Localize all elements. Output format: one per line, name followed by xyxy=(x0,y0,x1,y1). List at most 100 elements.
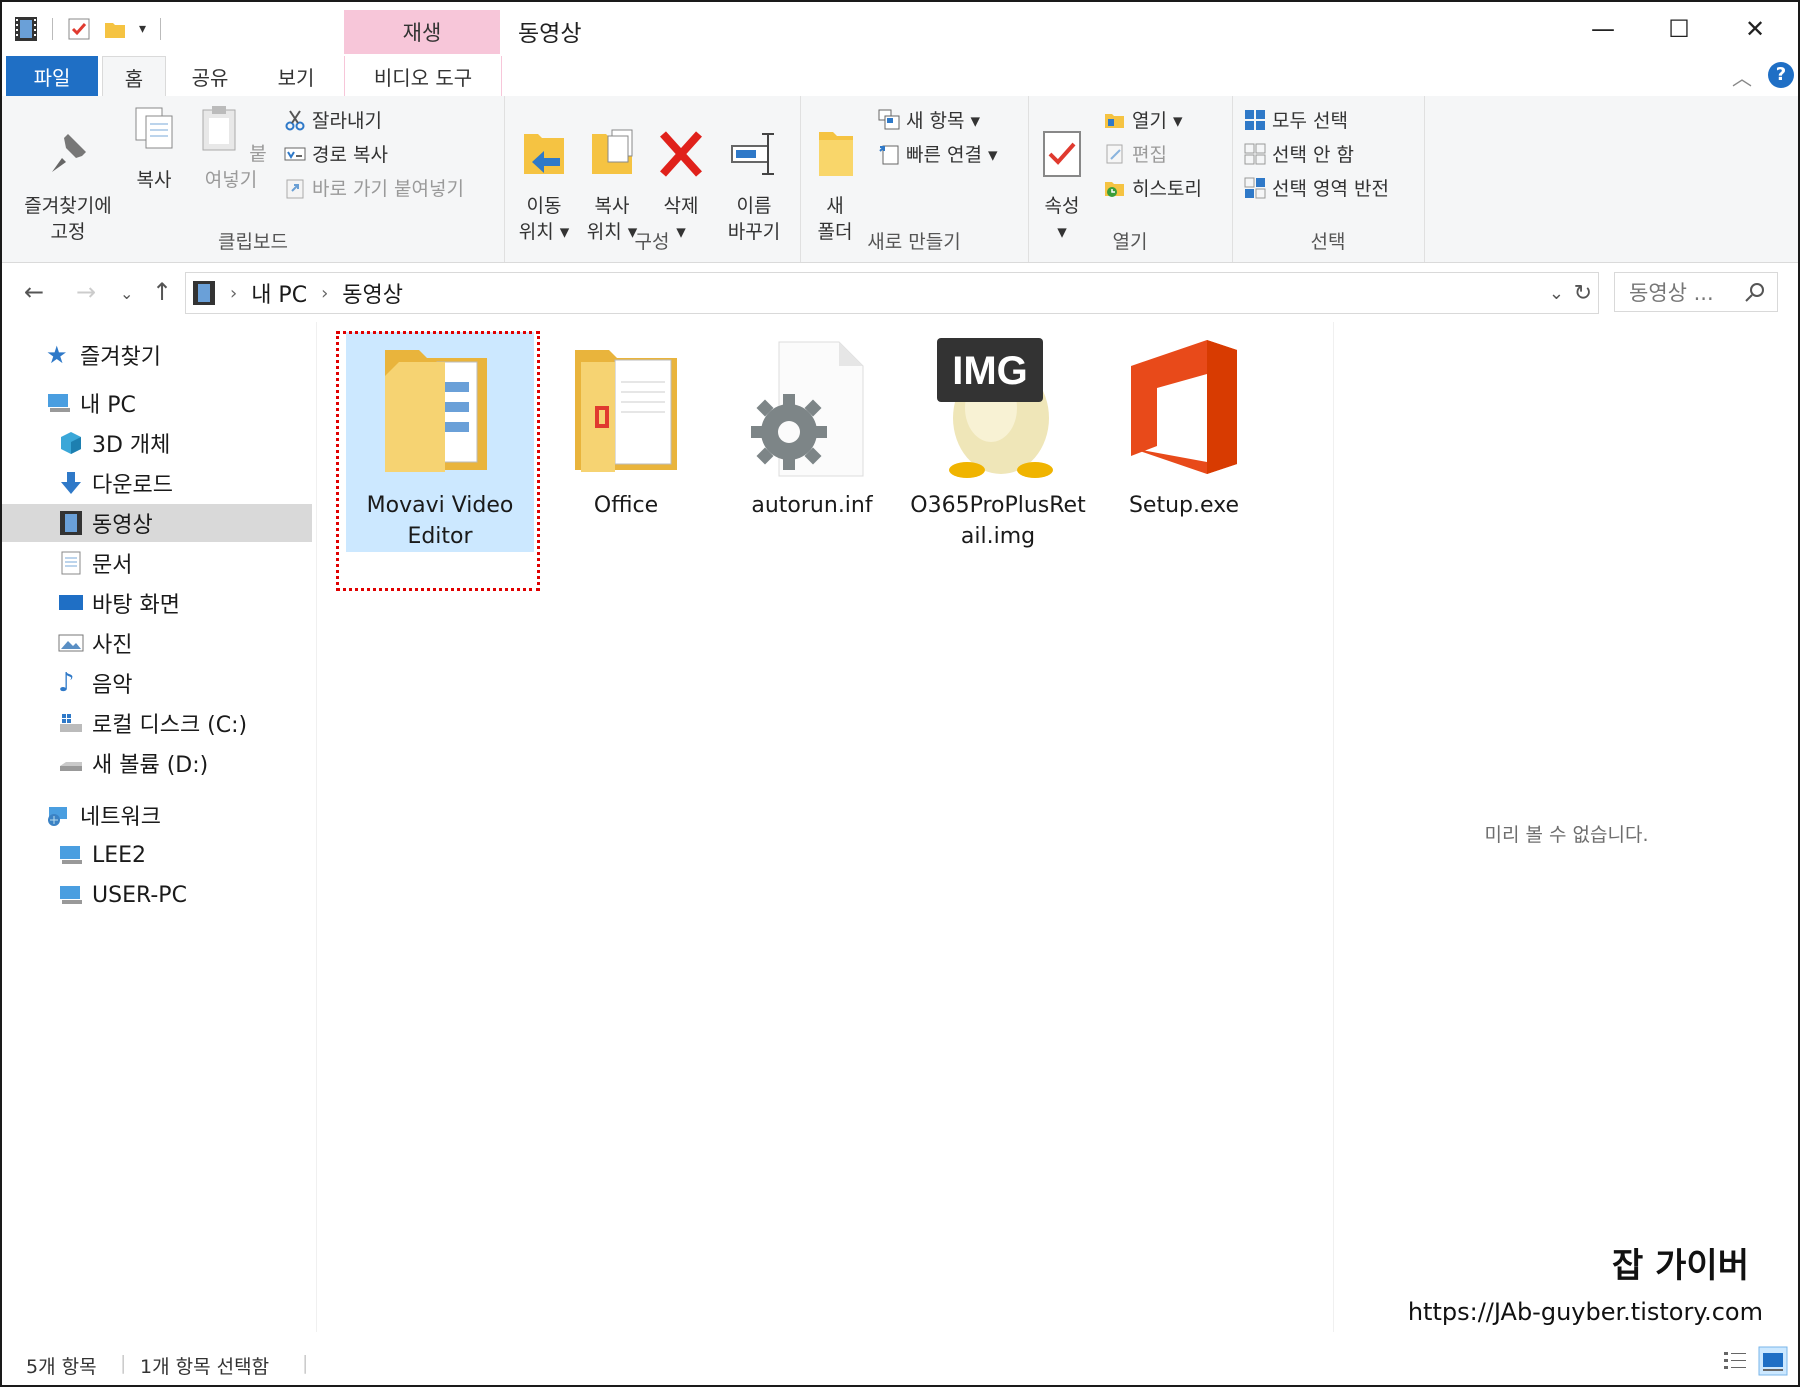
watermark-url: https://JAb-guyber.tistory.com xyxy=(1407,1298,1763,1326)
cut-button[interactable]: 잘라내기 xyxy=(284,106,382,133)
recent-locations-icon[interactable]: ⌄ xyxy=(120,284,133,303)
paste-shortcut-button[interactable]: 바로 가기 붙여넣기 xyxy=(284,174,464,201)
nav-item-user-pc[interactable]: USER-PC xyxy=(2,876,314,914)
open-group: 속성 ▾ 열기 ▾ 편집 히스토리 열기 xyxy=(1028,96,1233,262)
search-box[interactable]: 동영상 ... xyxy=(1614,272,1778,312)
tab-video-tools[interactable]: 비디오 도구 xyxy=(344,56,502,96)
nav-label: 네트워크 xyxy=(80,805,161,830)
img-badge: IMG xyxy=(952,349,1028,393)
disc-image-icon: IMG xyxy=(923,332,1073,482)
select-none-label: 선택 안 함 xyxy=(1272,144,1354,166)
clipboard-group-label: 클립보드 xyxy=(218,231,288,253)
status-separator: | xyxy=(120,1352,127,1374)
nav-item-this-pc[interactable]: 내 PC xyxy=(2,384,314,422)
large-icons-view-icon[interactable] xyxy=(1758,1346,1788,1381)
nav-item-local-disk[interactable]: 로컬 디스크 (C:) xyxy=(2,704,314,742)
new-item-button[interactable]: 새 항목 ▾ xyxy=(878,106,980,133)
nav-item-videos[interactable]: 동영상 xyxy=(2,504,312,542)
cut-label: 잘라내기 xyxy=(312,110,382,132)
details-view-icon[interactable] xyxy=(1722,1348,1748,1379)
pane-divider[interactable] xyxy=(316,322,317,1332)
rename-icon xyxy=(731,133,774,175)
delete-x-icon xyxy=(660,131,702,177)
select-all-button[interactable]: 모두 선택 xyxy=(1244,106,1348,133)
easy-access-button[interactable]: 빠른 연결 ▾ xyxy=(878,140,998,167)
nav-item-downloads[interactable]: 다운로드 xyxy=(2,464,314,502)
nav-item-music[interactable]: ♪ 음악 xyxy=(2,664,314,702)
organize-group: 이동 위치 ▾ 복사 위치 ▾ 삭제 ▾ 이름 바꾸기 구성 xyxy=(504,96,801,262)
copy-to-button[interactable]: 복사 위치 ▾ xyxy=(580,102,644,245)
open-group-label: 열기 xyxy=(1112,231,1148,253)
up-arrow-icon[interactable]: ↑ xyxy=(152,278,172,306)
edit-button[interactable]: 편집 xyxy=(1104,140,1167,167)
delete-button[interactable]: 삭제 ▾ xyxy=(654,102,708,245)
invert-selection-label: 선택 영역 반전 xyxy=(1272,178,1389,200)
ribbon: 즐겨찾기에 고정 복사 붙여넣기 잘라내기 경로 복사 바로 가기 붙여넣기 클… xyxy=(2,96,1798,263)
file-item[interactable]: Office xyxy=(532,332,720,521)
forward-arrow-icon[interactable]: → xyxy=(76,278,96,306)
breadcrumb-this-pc[interactable]: 내 PC xyxy=(251,277,307,309)
new-folder-button[interactable]: 새 폴더 xyxy=(806,102,864,245)
nav-item-network[interactable]: 네트워크 xyxy=(2,796,314,834)
minimize-button[interactable]: — xyxy=(1568,8,1638,50)
invert-selection-button[interactable]: 선택 영역 반전 xyxy=(1244,174,1389,201)
new-group: 새 폴더 새 항목 ▾ 빠른 연결 ▾ 새로 만들기 xyxy=(800,96,1029,262)
help-icon[interactable]: ? xyxy=(1768,62,1794,88)
item-count: 5개 항목 xyxy=(26,1356,97,1378)
refresh-icon[interactable]: ↻ xyxy=(1574,281,1592,306)
address-dropdown-icon[interactable]: ⌄ xyxy=(1549,283,1564,304)
maximize-button[interactable]: ☐ xyxy=(1644,8,1714,50)
desktop-icon xyxy=(59,595,83,610)
nav-item-3d-objects[interactable]: 3D 개체 xyxy=(2,424,314,462)
back-arrow-icon[interactable]: ← xyxy=(24,278,44,306)
history-label: 히스토리 xyxy=(1132,178,1202,200)
file-item[interactable]: autorun.inf xyxy=(718,332,906,521)
nav-item-documents[interactable]: 문서 xyxy=(2,544,314,582)
tab-view[interactable]: 보기 xyxy=(258,56,334,96)
file-item[interactable]: Setup.exe xyxy=(1090,332,1278,521)
nav-item-quick-access[interactable]: ★ 즐겨찾기 xyxy=(2,336,314,374)
properties-button[interactable]: 속성 ▾ xyxy=(1034,102,1090,245)
move-to-button[interactable]: 이동 위치 ▾ xyxy=(512,102,576,245)
nav-label: 사진 xyxy=(92,633,133,658)
breadcrumb-videos[interactable]: 동영상 xyxy=(342,277,403,309)
copy-button[interactable]: 복사 xyxy=(126,102,182,193)
cube-icon xyxy=(61,432,81,454)
tab-share[interactable]: 공유 xyxy=(174,56,246,96)
open-button[interactable]: 열기 ▾ xyxy=(1104,106,1183,133)
history-button[interactable]: 히스토리 xyxy=(1104,174,1202,201)
copy-label: 복사 xyxy=(136,169,172,191)
properties-check-icon[interactable] xyxy=(67,17,91,41)
search-input[interactable]: 동영상 ... xyxy=(1629,277,1714,307)
nav-label: LEE2 xyxy=(92,842,147,868)
nav-label: 문서 xyxy=(92,553,133,578)
tab-home[interactable]: 홈 xyxy=(102,56,166,98)
context-tab-header: 재생 xyxy=(344,10,500,54)
videos-folder-icon xyxy=(193,281,215,305)
paste-button[interactable]: 붙여넣기 xyxy=(188,102,274,193)
tab-file[interactable]: 파일 xyxy=(6,56,98,96)
nav-item-pictures[interactable]: 사진 xyxy=(2,624,314,662)
nav-item-new-volume[interactable]: 새 볼륨 (D:) xyxy=(2,744,314,782)
copy-path-label: 경로 복사 xyxy=(312,144,388,166)
invert-selection-icon xyxy=(1244,177,1266,198)
nav-label: 새 볼륨 (D:) xyxy=(92,753,209,778)
collapse-ribbon-icon[interactable]: ︿ xyxy=(1732,62,1752,91)
address-bar[interactable]: › 내 PC › 동영상 ⌄ ↻ xyxy=(185,272,1599,314)
title-bar: ▾ 재생 동영상 — ☐ ✕ xyxy=(2,2,1798,56)
new-item-label: 새 항목 ▾ xyxy=(906,110,981,132)
select-none-button[interactable]: 선택 안 함 xyxy=(1244,140,1354,167)
download-arrow-icon xyxy=(61,472,81,494)
file-item[interactable]: IMG O365ProPlusRetail.img xyxy=(904,332,1092,552)
new-folder-icon[interactable] xyxy=(103,17,127,41)
pin-to-quick-access-button[interactable]: 즐겨찾기에 고정 xyxy=(10,102,126,245)
nav-item-lee2[interactable]: LEE2 xyxy=(2,836,314,874)
rename-button[interactable]: 이름 바꾸기 xyxy=(718,102,790,245)
breadcrumb-separator-icon: › xyxy=(321,282,329,304)
copy-path-button[interactable]: 경로 복사 xyxy=(284,140,388,167)
customize-dropdown-icon[interactable]: ▾ xyxy=(139,21,146,37)
picture-icon xyxy=(58,634,84,652)
computer-icon xyxy=(60,886,82,904)
close-button[interactable]: ✕ xyxy=(1720,8,1790,50)
nav-item-desktop[interactable]: 바탕 화면 xyxy=(2,584,314,622)
